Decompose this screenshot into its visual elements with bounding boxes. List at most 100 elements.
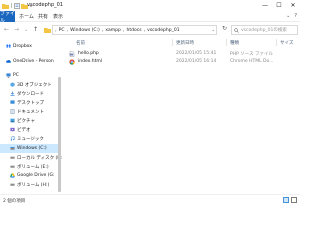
- file-name: hello.php: [78, 51, 99, 56]
- navigation-pane: Dropbox OneDrive - Person PC 3D オブジェクト ダ…: [0, 37, 63, 194]
- sidebar-item-label: Google Drive (G:: [17, 173, 55, 178]
- breadcrumb-windows-c[interactable]: Windows (C:): [70, 28, 100, 33]
- chevron-down-icon[interactable]: ⌄: [212, 27, 215, 32]
- sidebar-scrollbar[interactable]: [58, 77, 61, 192]
- properties-icon[interactable]: [14, 2, 20, 9]
- column-divider[interactable]: [226, 39, 227, 46]
- sidebar-item-onedrive[interactable]: OneDrive - Person: [6, 57, 63, 66]
- sidebar-item-label: Dropbox: [13, 44, 32, 49]
- sidebar-item-desktop[interactable]: デスクトップ: [10, 98, 63, 107]
- column-header-date[interactable]: 更新日時: [176, 40, 194, 46]
- file-date: 2022/01/05 16:14: [176, 59, 217, 64]
- tab-view[interactable]: 表示: [53, 13, 63, 20]
- sidebar-item-google-drive-g[interactable]: Google Drive (G:: [10, 171, 63, 180]
- title-bar: vscodephp_01 — ☐ ✕: [0, 0, 300, 11]
- sidebar-item-label: ドキュメント: [17, 109, 44, 115]
- search-icon: [234, 27, 239, 33]
- expand-ribbon-icon[interactable]: ⌄: [286, 13, 290, 19]
- address-input[interactable]: › PC › Windows (C:) › xampp › htdocs › v…: [52, 25, 217, 35]
- column-divider[interactable]: [172, 39, 173, 46]
- sidebar-item-label: ボリューム (H:): [17, 182, 50, 188]
- file-type: PHP ソース ファイル: [230, 52, 273, 57]
- file-name: index.html: [78, 59, 102, 64]
- sidebar-item-label: OneDrive - Person: [13, 59, 54, 64]
- download-icon: [10, 91, 15, 96]
- sidebar-item-downloads[interactable]: ダウンロード: [10, 89, 63, 98]
- cube-icon: [10, 82, 15, 87]
- window-title: vscodephp_01: [27, 2, 64, 8]
- forward-button[interactable]: →: [14, 26, 19, 33]
- search-placeholder: vscodephp_01の検索: [241, 28, 287, 33]
- breadcrumb-htdocs[interactable]: htdocs: [127, 28, 142, 33]
- sidebar-item-videos[interactable]: ビデオ: [10, 125, 63, 134]
- php-file-icon: [69, 51, 75, 57]
- column-header-name[interactable]: 名前: [76, 40, 85, 46]
- sidebar-item-volume-e[interactable]: ボリューム (E:): [10, 162, 63, 171]
- column-header-type[interactable]: 種類: [230, 40, 239, 46]
- sidebar-item-3d-objects[interactable]: 3D オブジェクト: [10, 80, 63, 89]
- google-drive-icon: [10, 173, 15, 178]
- search-input[interactable]: vscodephp_01の検索: [231, 25, 298, 35]
- breadcrumb-vscodephp-01[interactable]: vscodephp_01: [147, 28, 179, 33]
- picture-icon: [10, 118, 15, 123]
- column-divider[interactable]: [276, 39, 277, 46]
- sidebar-item-label: デスクトップ: [17, 100, 44, 106]
- window-controls: — ☐ ✕: [258, 0, 300, 11]
- dropbox-icon: [6, 44, 11, 48]
- sidebar-item-local-disk-d[interactable]: ローカル ディスク (D:: [10, 153, 63, 162]
- video-icon: [10, 127, 15, 132]
- chrome-html-icon: [69, 59, 75, 65]
- pc-icon: [6, 73, 11, 78]
- sidebar-item-music[interactable]: ミュージック: [10, 134, 63, 143]
- drive-icon: [10, 183, 15, 186]
- back-button[interactable]: ←: [4, 26, 9, 33]
- tab-file[interactable]: ファイル: [0, 11, 15, 24]
- breadcrumb-separator: ›: [122, 27, 125, 33]
- help-icon[interactable]: ?: [294, 13, 297, 19]
- sidebar-item-volume-h[interactable]: ボリューム (H:): [10, 180, 63, 189]
- sidebar-item-dropbox[interactable]: Dropbox: [6, 42, 63, 51]
- sidebar-item-label: ビデオ: [17, 127, 31, 133]
- large-icons-view-button[interactable]: [291, 197, 297, 203]
- sidebar-item-label: ミュージック: [17, 136, 44, 142]
- table-row[interactable]: hello.php 2022/01/05 15:41 PHP ソース ファイル: [66, 50, 300, 58]
- breadcrumb-separator: ›: [55, 27, 57, 33]
- sidebar-item-label: ローカル ディスク (D:: [17, 155, 63, 161]
- breadcrumb-xampp[interactable]: xampp: [105, 28, 121, 33]
- table-row[interactable]: index.html 2022/01/05 16:14 Chrome HTML …: [66, 58, 300, 66]
- sidebar-item-pictures[interactable]: ピクチャ: [10, 116, 63, 125]
- desktop-icon: [10, 100, 15, 104]
- sidebar-item-pc[interactable]: PC: [6, 71, 63, 80]
- recent-locations-button[interactable]: ⌄: [24, 27, 28, 33]
- folder-icon: [2, 3, 9, 9]
- breadcrumb-separator: ›: [66, 27, 69, 33]
- sidebar-item-windows-c[interactable]: Windows (C:): [0, 144, 58, 153]
- file-date: 2022/01/05 15:41: [176, 51, 217, 56]
- sidebar-item-label: ダウンロード: [17, 91, 44, 97]
- column-header-size[interactable]: サイズ: [280, 40, 293, 46]
- tab-home[interactable]: ホーム: [19, 13, 34, 20]
- ribbon-options: ⌄ ?: [286, 13, 297, 19]
- toolbar-divider: [11, 3, 12, 8]
- address-bar-row: ← → ⌄ ↑ › PC › Windows (C:) › xampp › ht…: [0, 23, 300, 37]
- minimize-button[interactable]: —: [258, 0, 272, 11]
- file-list-pane: 名前 更新日時 種類 サイズ hello.php 2022/01/05 15:4…: [64, 37, 300, 194]
- refresh-button[interactable]: ↻: [220, 25, 229, 35]
- item-count: 2 個の項目: [3, 199, 26, 204]
- breadcrumb-pc[interactable]: PC: [59, 28, 65, 33]
- breadcrumb-separator: ›: [101, 27, 104, 33]
- close-button[interactable]: ✕: [286, 0, 300, 11]
- tab-share[interactable]: 共有: [38, 13, 48, 20]
- sidebar-item-label: ボリューム (E:): [17, 164, 49, 170]
- view-switcher: [283, 197, 297, 203]
- drive-icon: [10, 165, 15, 168]
- file-type: Chrome HTML Do...: [230, 59, 274, 64]
- document-icon: [10, 109, 15, 114]
- folder-icon: [44, 28, 51, 33]
- status-bar: 2 個の項目: [0, 194, 300, 205]
- details-view-button[interactable]: [283, 197, 289, 203]
- music-icon: [10, 136, 15, 141]
- up-button[interactable]: ↑: [33, 26, 38, 33]
- maximize-button[interactable]: ☐: [272, 0, 286, 11]
- sidebar-item-documents[interactable]: ドキュメント: [10, 107, 63, 116]
